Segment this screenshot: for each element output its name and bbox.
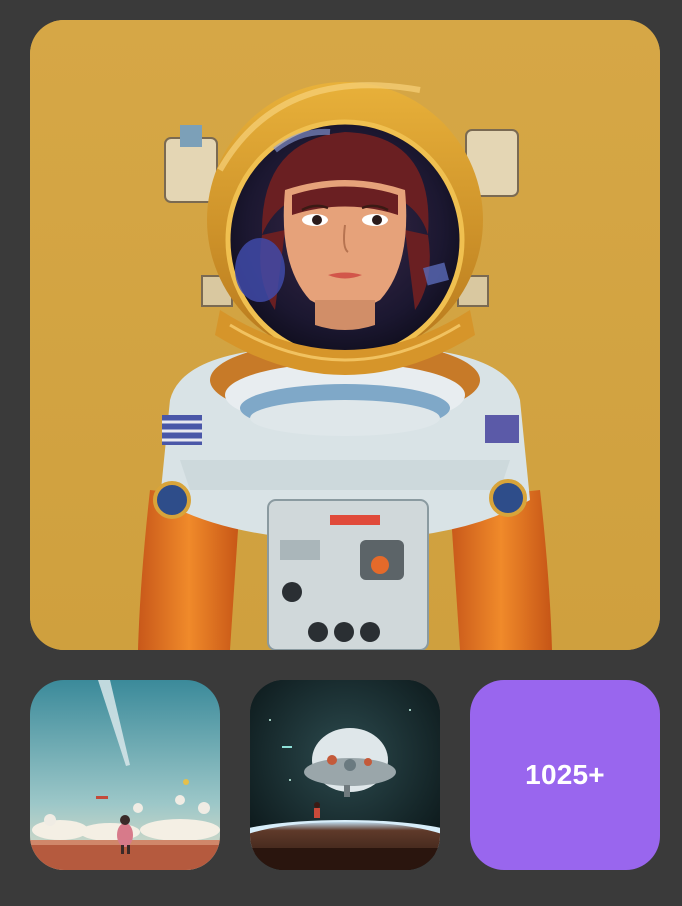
more-images-button[interactable]: 1025+ — [470, 680, 660, 870]
hero-image[interactable] — [30, 20, 660, 650]
spaceship-illustration — [250, 680, 440, 870]
more-count-label: 1025+ — [525, 759, 605, 790]
astronaut-illustration — [30, 20, 660, 650]
image-gallery: 1025+ — [0, 0, 682, 906]
thumbnail-image[interactable] — [250, 680, 440, 870]
thumbnail-image[interactable] — [30, 680, 220, 870]
field-illustration — [30, 680, 220, 870]
